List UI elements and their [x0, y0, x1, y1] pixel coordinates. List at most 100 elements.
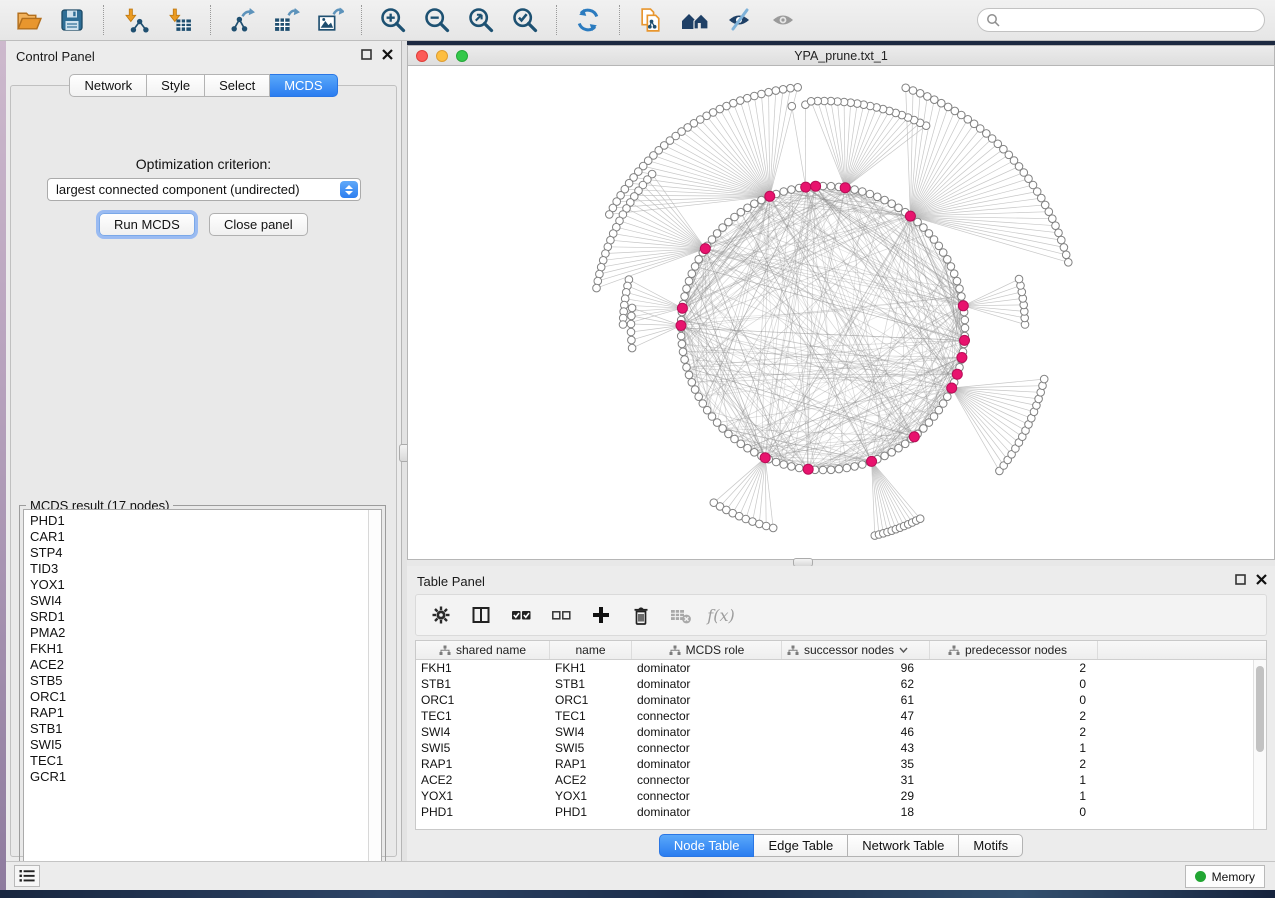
- list-item[interactable]: TEC1: [30, 753, 362, 769]
- table-settings-button[interactable]: [426, 600, 456, 630]
- tab-network-table[interactable]: Network Table: [848, 834, 959, 857]
- zoom-in-button[interactable]: [375, 4, 411, 36]
- zoom-selected-button[interactable]: [507, 4, 543, 36]
- search-input[interactable]: [1005, 13, 1256, 27]
- table-row[interactable]: STB1STB1dominator620: [416, 676, 1253, 692]
- scrollbar-thumb[interactable]: [1256, 666, 1264, 752]
- table-row[interactable]: TEC1TEC1connector472: [416, 708, 1253, 724]
- control-panel-tabs: Network Style Select MCDS: [6, 74, 401, 97]
- network-title: YPA_prune.txt_1: [408, 49, 1274, 63]
- export-network-button[interactable]: [224, 4, 260, 36]
- table-row[interactable]: SWI4SWI4dominator462: [416, 724, 1253, 740]
- criterion-dropdown[interactable]: largest connected component (undirected): [47, 178, 361, 201]
- tab-select[interactable]: Select: [205, 74, 270, 97]
- tab-mcds[interactable]: MCDS: [270, 74, 337, 97]
- clone-network-button[interactable]: [633, 4, 669, 36]
- table-row[interactable]: RAP1RAP1dominator352: [416, 756, 1253, 772]
- save-icon: [59, 7, 85, 33]
- open-file-button[interactable]: [10, 4, 46, 36]
- float-panel-icon[interactable]: [361, 49, 372, 60]
- delete-table-button[interactable]: [666, 600, 696, 630]
- list-item[interactable]: ORC1: [30, 689, 362, 705]
- delete-column-button[interactable]: [626, 600, 656, 630]
- mcds-result-list[interactable]: PHD1CAR1STP4TID3YOX1SWI4SRD1PMA2FKH1ACE2…: [25, 511, 367, 875]
- eye-slash-icon: [725, 7, 753, 33]
- zoom-fit-button[interactable]: [463, 4, 499, 36]
- tab-node-table[interactable]: Node Table: [659, 834, 755, 857]
- list-item[interactable]: YOX1: [30, 577, 362, 593]
- list-item[interactable]: ACE2: [30, 657, 362, 673]
- task-history-button[interactable]: [14, 865, 40, 887]
- import-network-button[interactable]: [117, 4, 153, 36]
- criterion-value: largest connected component (undirected): [56, 182, 300, 197]
- tab-motifs[interactable]: Motifs: [959, 834, 1023, 857]
- save-session-button[interactable]: [54, 4, 90, 36]
- list-item[interactable]: RAP1: [30, 705, 362, 721]
- tab-style[interactable]: Style: [147, 74, 205, 97]
- deselect-all-icon: [550, 605, 572, 625]
- refresh-button[interactable]: [570, 4, 606, 36]
- export-image-button[interactable]: [312, 4, 348, 36]
- list-item[interactable]: CAR1: [30, 529, 362, 545]
- import-network-icon: [122, 7, 149, 34]
- export-table-icon: [273, 7, 300, 34]
- list-item[interactable]: FKH1: [30, 641, 362, 657]
- list-item[interactable]: TID3: [30, 561, 362, 577]
- close-window-icon[interactable]: [416, 50, 428, 62]
- list-item[interactable]: GCR1: [30, 769, 362, 785]
- show-columns-button[interactable]: [466, 600, 496, 630]
- column-header-predecessor-nodes[interactable]: predecessor nodes: [930, 641, 1098, 659]
- function-builder-button[interactable]: f(x): [706, 600, 736, 630]
- close-panel-icon[interactable]: [1256, 574, 1267, 585]
- show-all-button[interactable]: [765, 4, 801, 36]
- column-header-filler: [1098, 641, 1266, 659]
- list-item[interactable]: PHD1: [30, 513, 362, 529]
- tab-edge-table[interactable]: Edge Table: [754, 834, 848, 857]
- toolbar-separator: [619, 5, 620, 35]
- maximize-window-icon[interactable]: [456, 50, 468, 62]
- status-bar: Memory: [0, 861, 1275, 890]
- select-all-button[interactable]: [506, 600, 536, 630]
- tab-network[interactable]: Network: [69, 74, 147, 97]
- import-table-button[interactable]: [161, 4, 197, 36]
- export-table-button[interactable]: [268, 4, 304, 36]
- table-row[interactable]: FKH1FKH1dominator962: [416, 660, 1253, 676]
- float-panel-icon[interactable]: [1235, 574, 1246, 585]
- network-canvas[interactable]: [408, 66, 1274, 559]
- list-item[interactable]: STB1: [30, 721, 362, 737]
- list-item[interactable]: STP4: [30, 545, 362, 561]
- minimize-window-icon[interactable]: [436, 50, 448, 62]
- list-item[interactable]: SWI5: [30, 737, 362, 753]
- list-item[interactable]: SRD1: [30, 609, 362, 625]
- add-column-button[interactable]: [586, 600, 616, 630]
- table-toolbar: f(x): [415, 594, 1267, 636]
- first-neighbors-button[interactable]: [677, 4, 713, 36]
- toolbar-separator: [210, 5, 211, 35]
- table-row[interactable]: YOX1YOX1connector291: [416, 788, 1253, 804]
- list-item[interactable]: SWI4: [30, 593, 362, 609]
- houses-icon: [680, 7, 710, 33]
- memory-button[interactable]: Memory: [1185, 865, 1265, 888]
- search-icon: [986, 13, 1000, 27]
- column-header-name[interactable]: name: [550, 641, 632, 659]
- close-panel-icon[interactable]: [382, 49, 393, 60]
- table-scrollbar[interactable]: [1253, 660, 1266, 829]
- column-header-mcds-role[interactable]: MCDS role: [632, 641, 782, 659]
- sort-desc-icon: [899, 647, 908, 653]
- table-row[interactable]: SWI5SWI5connector431: [416, 740, 1253, 756]
- table-row[interactable]: PHD1PHD1dominator180: [416, 804, 1253, 820]
- run-mcds-button[interactable]: Run MCDS: [99, 213, 195, 236]
- deselect-all-button[interactable]: [546, 600, 576, 630]
- hide-selected-button[interactable]: [721, 4, 757, 36]
- column-header-shared-name[interactable]: shared name: [416, 641, 550, 659]
- zoom-in-icon: [379, 6, 407, 34]
- close-panel-button[interactable]: Close panel: [209, 213, 308, 236]
- search-field: [977, 8, 1265, 32]
- zoom-out-button[interactable]: [419, 4, 455, 36]
- mcds-list-scrollbar[interactable]: [368, 510, 381, 876]
- list-item[interactable]: STB5: [30, 673, 362, 689]
- column-header-successor-nodes[interactable]: successor nodes: [782, 641, 930, 659]
- table-row[interactable]: ORC1ORC1dominator610: [416, 692, 1253, 708]
- table-row[interactable]: ACE2ACE2connector311: [416, 772, 1253, 788]
- list-item[interactable]: PMA2: [30, 625, 362, 641]
